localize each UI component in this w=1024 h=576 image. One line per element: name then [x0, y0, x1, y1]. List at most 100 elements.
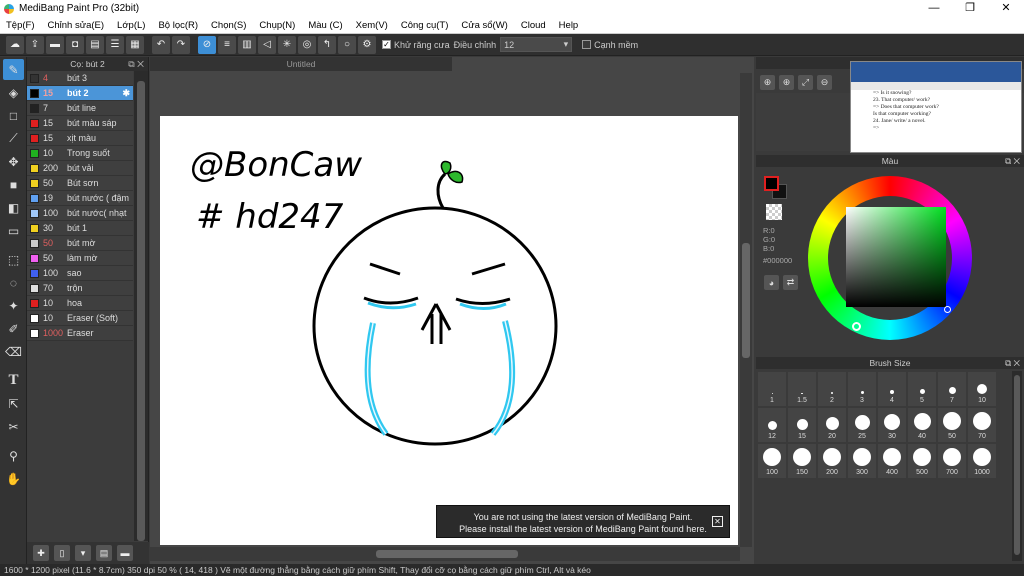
- brush-tool-icon[interactable]: ✎: [3, 59, 24, 80]
- brush-list-scrollbar[interactable]: [134, 71, 148, 541]
- list-icon[interactable]: ☰: [106, 35, 124, 54]
- brush-size-option[interactable]: 300: [847, 443, 877, 479]
- move-tool-icon[interactable]: ✥: [3, 151, 24, 172]
- grid-snap-icon[interactable]: ▥: [238, 35, 256, 54]
- brush-item[interactable]: 4 bút 3: [27, 71, 133, 86]
- share-icon[interactable]: ⇪: [26, 35, 44, 54]
- brush-size-option[interactable]: 4: [877, 371, 907, 407]
- brush-size-option[interactable]: 30: [877, 407, 907, 443]
- line-tool-icon[interactable]: ⟋: [3, 128, 24, 149]
- brush-item[interactable]: 30 bút 1: [27, 221, 133, 236]
- color-wheel[interactable]: [808, 176, 972, 340]
- maximize-button[interactable]: ❐: [952, 0, 988, 17]
- redo-icon[interactable]: ↷: [172, 35, 190, 54]
- brush-size-option[interactable]: 12: [757, 407, 787, 443]
- brush-size-option[interactable]: 70: [967, 407, 997, 443]
- curve-snap-icon[interactable]: ↰: [318, 35, 336, 54]
- eraser-tool-icon[interactable]: ◈: [3, 82, 24, 103]
- brush-size-option[interactable]: 3: [847, 371, 877, 407]
- operation-tool-icon[interactable]: ⇱: [3, 393, 24, 414]
- panel-close-icon[interactable]: ⧉ ✕: [1005, 357, 1020, 369]
- new-brush-icon[interactable]: ▯: [54, 545, 70, 561]
- brush-gear-icon[interactable]: ✱: [122, 88, 130, 99]
- hand-tool-icon[interactable]: ✋: [3, 468, 24, 489]
- brush-size-option[interactable]: 200: [817, 443, 847, 479]
- saturation-value-square[interactable]: [846, 207, 946, 307]
- soft-edge-checkbox[interactable]: Cạnh mềm: [582, 40, 638, 50]
- brush-item[interactable]: 19 bút nước ( đậm: [27, 191, 133, 206]
- add-brush-icon[interactable]: ✚: [33, 545, 49, 561]
- panel-close-icon[interactable]: ⧉ ✕: [128, 57, 144, 71]
- zoom-icon[interactable]: ⊕: [760, 74, 775, 90]
- text-tool-icon[interactable]: T: [3, 370, 24, 391]
- menu-snap[interactable]: Chụp(N): [259, 20, 295, 31]
- radial-snap-icon[interactable]: ✳: [278, 35, 296, 54]
- transparent-color-swatch[interactable]: [766, 204, 782, 220]
- brush-size-option[interactable]: 700: [937, 443, 967, 479]
- zoom-in-icon[interactable]: ⊕: [779, 74, 794, 90]
- canvas-vertical-scrollbar[interactable]: [740, 73, 752, 547]
- brush-size-option[interactable]: 100: [757, 443, 787, 479]
- brush-size-option[interactable]: 2: [817, 371, 847, 407]
- folder-icon[interactable]: ▬: [117, 545, 133, 561]
- brush-size-option[interactable]: 10: [967, 371, 997, 407]
- circle-snap-icon[interactable]: ○: [338, 35, 356, 54]
- select-rect-tool-icon[interactable]: ⬚: [3, 249, 24, 270]
- panel-close-icon[interactable]: ⧉ ✕: [1005, 155, 1020, 167]
- menu-cloud[interactable]: Cloud: [521, 20, 546, 31]
- perspective-snap-icon[interactable]: ◁: [258, 35, 276, 54]
- brush-item[interactable]: 50 làm mờ: [27, 251, 133, 266]
- brush-settings-icon[interactable]: ▤: [96, 545, 112, 561]
- close-button[interactable]: ✕: [988, 0, 1024, 17]
- brush-size-option[interactable]: 400: [877, 443, 907, 479]
- hex-value[interactable]: #000000: [763, 256, 792, 265]
- menu-select[interactable]: Chọn(S): [211, 20, 246, 31]
- brush-size-option[interactable]: 7: [937, 371, 967, 407]
- brush-size-option[interactable]: 1000: [967, 443, 997, 479]
- menu-window[interactable]: Cửa sổ(W): [461, 20, 507, 31]
- no-snap-icon[interactable]: ⊘: [198, 35, 216, 54]
- menu-filter[interactable]: Bộ lọc(R): [158, 20, 198, 31]
- select-pen-tool-icon[interactable]: ✐: [3, 318, 24, 339]
- brush-item[interactable]: 100 bút nước( nhạt: [27, 206, 133, 221]
- brush-size-option[interactable]: 500: [907, 443, 937, 479]
- brush-item[interactable]: 10 hoa: [27, 296, 133, 311]
- navigator-thumbnail[interactable]: => Is it snowing? 23. That computer/ wor…: [850, 61, 1022, 153]
- brush-item[interactable]: 100 sao: [27, 266, 133, 281]
- color-swap-icon[interactable]: ⇄: [783, 275, 798, 290]
- fill-rect-tool-icon[interactable]: ■: [3, 174, 24, 195]
- brush-item[interactable]: 50 Bút sơn: [27, 176, 133, 191]
- lasso-tool-icon[interactable]: ◌: [3, 272, 24, 293]
- sv-marker[interactable]: [944, 306, 951, 313]
- select-eraser-tool-icon[interactable]: ⌫: [3, 341, 24, 362]
- chat-icon[interactable]: ◘: [66, 35, 84, 54]
- menu-layer[interactable]: Lớp(L): [117, 20, 145, 31]
- menu-tools[interactable]: Công cụ(T): [401, 20, 449, 31]
- grid-panel-icon[interactable]: ▦: [126, 35, 144, 54]
- minimize-button[interactable]: —: [916, 0, 952, 17]
- brush-item[interactable]: 10 Eraser (Soft): [27, 311, 133, 326]
- undo-icon[interactable]: ↶: [152, 35, 170, 54]
- hue-marker[interactable]: [852, 322, 861, 331]
- fit-icon[interactable]: ⤢: [798, 74, 813, 90]
- brush-size-option[interactable]: 20: [817, 407, 847, 443]
- menu-view[interactable]: Xem(V): [356, 20, 388, 31]
- brush-size-option[interactable]: 15: [787, 407, 817, 443]
- brush-size-option[interactable]: 25: [847, 407, 877, 443]
- brush-size-option[interactable]: 40: [907, 407, 937, 443]
- zoom-out-icon[interactable]: ⊖: [817, 74, 832, 90]
- antialias-checkbox[interactable]: ✓ Khử răng cưa: [382, 40, 450, 50]
- tab-untitled[interactable]: Untitled: [150, 57, 452, 71]
- brush-item[interactable]: 15 xịt màu: [27, 131, 133, 146]
- scroll-thumb[interactable]: [137, 81, 145, 541]
- divide-tool-icon[interactable]: ✂: [3, 416, 24, 437]
- palette-icon[interactable]: ◕: [764, 275, 779, 290]
- comment-icon[interactable]: ▬: [46, 35, 64, 54]
- brush-size-option[interactable]: 1.5: [787, 371, 817, 407]
- brush-size-scrollbar[interactable]: [1012, 371, 1022, 561]
- adjust-select[interactable]: 12 ▾: [500, 37, 573, 52]
- concentric-snap-icon[interactable]: ◎: [298, 35, 316, 54]
- gradient-tool-icon[interactable]: ▭: [3, 220, 24, 241]
- brush-size-option[interactable]: 50: [937, 407, 967, 443]
- parallel-snap-icon[interactable]: ≡: [218, 35, 236, 54]
